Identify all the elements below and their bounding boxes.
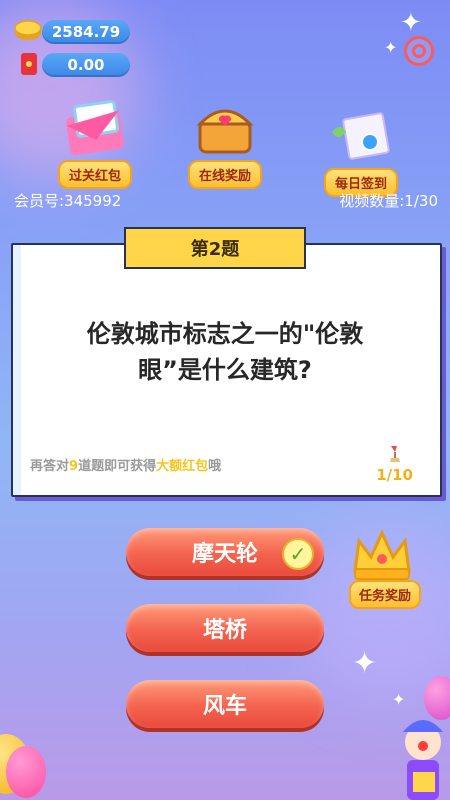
envelope-icon [66,100,124,155]
video-count: 视频数量:1/30 [339,192,438,210]
answer-label: 风车 [202,694,247,719]
settings-gear-icon[interactable] [404,36,434,66]
red-packet-icon [21,53,37,75]
gold-coin-icon [14,20,42,40]
question-number-tab: 第2题 [124,227,306,269]
cash-balance[interactable]: 0.00 [42,53,130,77]
gold-amount: 2584.79 [51,23,121,41]
feature-label: 在线奖励 [187,160,262,189]
daily-checkin-button[interactable]: 每日签到 [316,110,406,197]
sparkle-icon: ✦ [352,646,378,681]
sparkle-icon: ✦ [392,690,406,709]
hint-middle: 道题即可获得 [78,459,157,474]
hint-count: 9 [69,459,79,474]
treasure-chest-icon [196,109,254,154]
reward-hint: 再答对9道题即可获得大额红包哦 [30,455,221,474]
sparkle-icon: ✦ [384,38,398,57]
gold-balance[interactable]: 2584.79 [42,20,130,44]
feature-label: 过关红包 [57,160,132,189]
answer-label: 摩天轮 [191,542,258,567]
member-id: 会员号:345992 [14,192,122,210]
hint-prefix: 再答对 [30,459,70,474]
answer-option-3[interactable]: 风车 [126,680,324,728]
scroll-icon [332,112,390,160]
pass-red-packet-button[interactable]: 过关红包 [50,100,140,189]
broom-icon [390,446,400,462]
question-text: 伦敦城市标志之一的"伦敦 眼”是什么建筑? [70,316,380,388]
clown-icon [403,720,443,800]
hint-suffix: 哦 [208,459,222,474]
cash-amount: 0.00 [67,56,105,74]
question-line: 眼”是什么建筑? [138,356,312,384]
checkmark-icon: ✓ [282,538,314,570]
question-number: 第2题 [190,239,240,260]
online-reward-button[interactable]: 在线奖励 [180,98,270,189]
answer-label: 塔桥 [202,618,247,643]
answer-option-1[interactable]: 摩天轮 ✓ [126,528,324,576]
card-side-strip [13,245,21,495]
crown-icon [353,529,411,580]
answer-option-2[interactable]: 塔桥 [126,604,324,652]
task-reward-label: 任务奖励 [349,580,422,609]
question-line: 伦敦城市标志之一的"伦敦 [86,320,364,348]
hint-reward: 大额红包 [156,459,209,474]
question-progress: 1/10 [376,466,413,484]
sparkle-icon: ✦ [400,8,422,38]
balloon-icon [6,746,46,798]
